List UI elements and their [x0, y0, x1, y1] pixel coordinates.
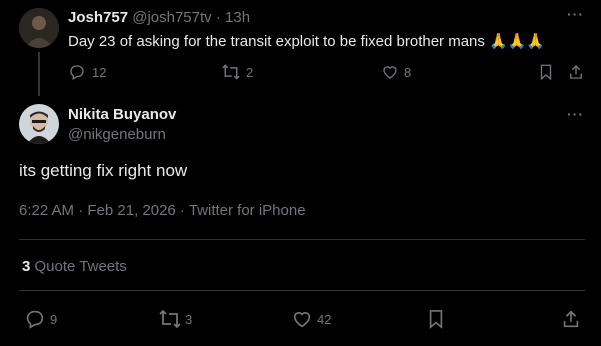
- like-button[interactable]: 8: [381, 63, 411, 81]
- tweet-timestamp[interactable]: 6:22 AM · Feb 21, 2026 · Twitter for iPh…: [19, 202, 306, 219]
- more-options-icon[interactable]: ···: [567, 6, 584, 22]
- handle[interactable]: @josh757tv: [132, 9, 211, 26]
- avatar-image: [19, 8, 59, 48]
- bookmark-button[interactable]: [538, 63, 554, 81]
- divider: [19, 239, 585, 240]
- thread-line: [38, 52, 40, 96]
- like-count: 8: [404, 64, 412, 80]
- heart-icon: [293, 312, 311, 328]
- reply-count: 12: [92, 64, 107, 80]
- share-icon: [563, 310, 579, 328]
- like-button[interactable]: 42: [291, 308, 331, 330]
- retweet-count: 3: [185, 311, 193, 327]
- reply-icon: [70, 65, 84, 80]
- bookmark-icon: [429, 310, 443, 329]
- like-count: 42: [317, 311, 332, 327]
- tweet-text-body: Day 23 of asking for the transit exploit…: [68, 33, 485, 50]
- display-name[interactable]: Nikita Buyanov: [68, 106, 176, 123]
- pray-emoji: 🙏🙏🙏: [489, 33, 546, 50]
- retweet-count: 2: [246, 64, 254, 80]
- retweet-button[interactable]: 3: [158, 308, 192, 330]
- bookmark-icon: [540, 64, 552, 81]
- avatar-image: [19, 104, 59, 144]
- retweet-icon: [222, 64, 240, 80]
- avatar[interactable]: [19, 104, 59, 144]
- quote-label: Quote Tweets: [34, 258, 127, 275]
- share-button[interactable]: [567, 63, 585, 81]
- bookmark-button[interactable]: [427, 308, 445, 330]
- separator: ·: [215, 9, 221, 26]
- reply-count: 9: [50, 311, 58, 327]
- time-ago[interactable]: 13h: [225, 9, 250, 26]
- share-icon: [570, 65, 582, 79]
- retweet-button[interactable]: 2: [221, 63, 253, 81]
- handle[interactable]: @nikgeneburn: [68, 126, 166, 143]
- reply-button[interactable]: 12: [68, 63, 106, 81]
- share-button[interactable]: [560, 308, 582, 330]
- quote-tweets-link[interactable]: 3 Quote Tweets: [22, 258, 127, 275]
- tweet-text: Day 23 of asking for the transit exploit…: [68, 32, 545, 50]
- heart-icon: [383, 66, 397, 79]
- reply-icon: [26, 310, 44, 329]
- divider: [19, 290, 585, 291]
- more-options-icon[interactable]: ···: [567, 106, 584, 122]
- reply-button[interactable]: 9: [24, 308, 57, 330]
- tweet-header: Josh757 @josh757tv · 13h: [68, 9, 250, 26]
- tweet-text: its getting fix right now: [19, 161, 188, 180]
- quote-count: 3: [22, 258, 31, 275]
- retweet-icon: [159, 309, 181, 329]
- avatar[interactable]: [19, 8, 59, 48]
- display-name[interactable]: Josh757: [68, 9, 128, 26]
